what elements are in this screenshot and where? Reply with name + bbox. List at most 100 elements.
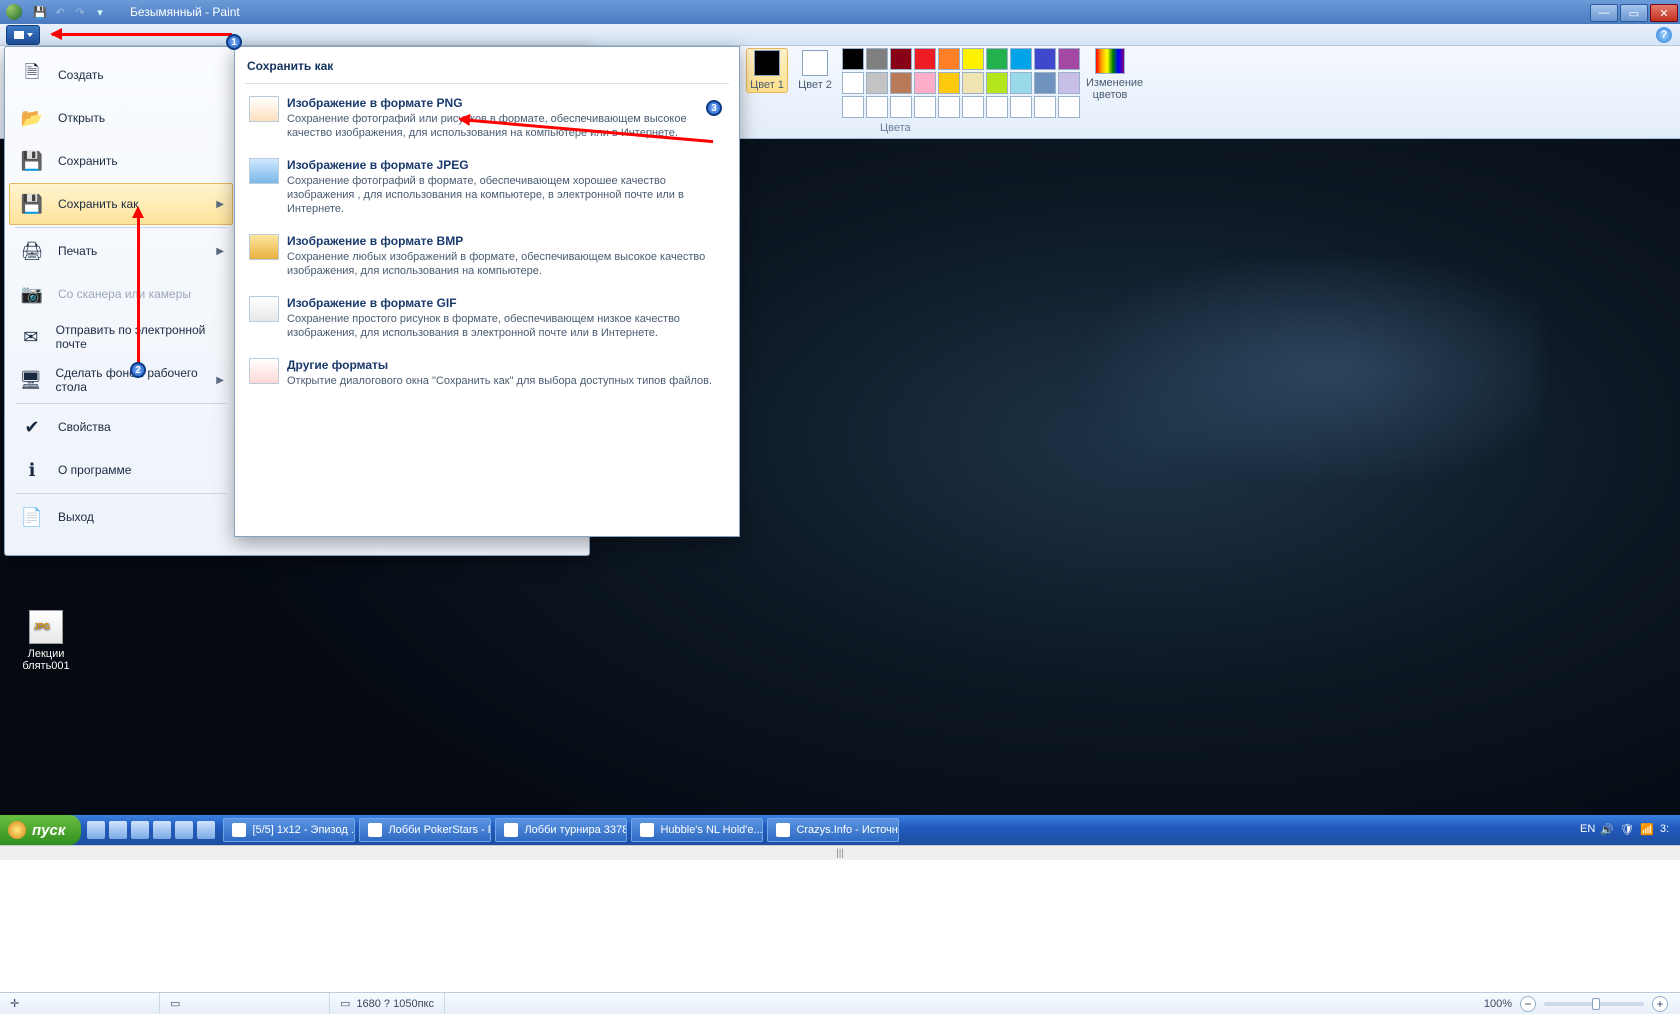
ql-icon[interactable] [175, 821, 193, 839]
zoom-thumb[interactable] [1592, 998, 1600, 1010]
color2-swatch [802, 50, 828, 76]
file-menu-item-label: Сохранить как [58, 197, 138, 211]
start-button[interactable]: пуск [0, 815, 81, 845]
palette-swatch[interactable] [866, 96, 888, 118]
maximize-button[interactable]: ▭ [1620, 4, 1648, 22]
palette-swatch[interactable] [938, 72, 960, 94]
file-menu-item[interactable]: 📂 Открыть [9, 97, 233, 139]
quick-access-toolbar: 💾 ↶ ↷ ▾ [32, 5, 108, 19]
palette-swatch[interactable] [986, 48, 1008, 70]
tray-clock[interactable]: 3: [1660, 823, 1674, 837]
palette-swatch[interactable] [986, 72, 1008, 94]
zoom-out-button[interactable]: − [1520, 996, 1536, 1012]
palette-swatch[interactable] [842, 48, 864, 70]
file-menu-item-icon: 🖨 [18, 237, 46, 265]
palette-swatch[interactable] [962, 72, 984, 94]
file-menu-item-label: Сохранить [58, 154, 118, 168]
ql-icon[interactable] [153, 821, 171, 839]
edit-colors-button[interactable]: Изменение цветов [1086, 48, 1134, 101]
selection-size-icon: ▭ [170, 997, 180, 1010]
save-as-format-item[interactable]: Изображение в формате JPEG Сохранение фо… [245, 152, 729, 228]
palette-swatch[interactable] [842, 72, 864, 94]
palette-swatch[interactable] [890, 72, 912, 94]
zoom-in-button[interactable]: + [1652, 996, 1668, 1012]
file-menu-item[interactable]: ✔ Свойства [9, 406, 233, 448]
ql-icon[interactable] [131, 821, 149, 839]
color1-picker[interactable]: Цвет 1 [746, 48, 788, 93]
taskbar-button[interactable]: [5/5] 1x12 - Эпизод ... [223, 818, 355, 842]
taskbar-button[interactable]: Crazys.Info - Источн... [767, 818, 899, 842]
annotation-bubble-3: 3 [706, 100, 722, 116]
file-menu-item[interactable]: 🖥 Сделать фоном рабочего стола ▶ [9, 359, 233, 401]
palette-swatch[interactable] [1058, 72, 1080, 94]
palette-swatch[interactable] [890, 48, 912, 70]
palette-swatch[interactable] [1034, 48, 1056, 70]
save-as-format-item[interactable]: Изображение в формате GIF Сохранение про… [245, 290, 729, 352]
tray-icon[interactable]: 🛡 [1620, 823, 1634, 837]
desktop-shortcut[interactable]: Лекции блять001 [16, 610, 76, 672]
app-icon [6, 4, 22, 20]
color2-label: Цвет 2 [794, 79, 836, 91]
palette-swatch[interactable] [1010, 48, 1032, 70]
file-menu-list: 🗎 Создать 📂 Открыть 💾 Сохранить 💾 Сохран… [5, 47, 237, 545]
palette-swatch[interactable] [962, 48, 984, 70]
palette-swatch[interactable] [938, 96, 960, 118]
ql-icon[interactable] [87, 821, 105, 839]
taskbar-app-icon [640, 823, 654, 837]
palette-swatch[interactable] [986, 96, 1008, 118]
horizontal-scrollbar[interactable]: ||| [0, 845, 1680, 860]
taskbar-button[interactable]: Лобби PokerStars - П... [359, 818, 491, 842]
format-icon [249, 358, 279, 384]
window-buttons: — ▭ ✕ [1590, 2, 1680, 22]
close-button[interactable]: ✕ [1650, 4, 1678, 22]
palette-swatch[interactable] [1058, 48, 1080, 70]
palette-swatch[interactable] [914, 72, 936, 94]
minimize-button[interactable]: — [1590, 4, 1618, 22]
save-as-format-item[interactable]: Изображение в формате BMP Сохранение люб… [245, 228, 729, 290]
palette-swatch[interactable] [962, 96, 984, 118]
canvas-dims-icon: ▭ [340, 997, 350, 1010]
file-menu-item[interactable]: 💾 Сохранить [9, 140, 233, 182]
file-menu-item[interactable]: ℹ О программе [9, 449, 233, 491]
save-as-format-item[interactable]: Другие форматы Открытие диалогового окна… [245, 352, 729, 400]
tray-icon[interactable]: 📶 [1640, 823, 1654, 837]
file-menu-item[interactable]: 🖨 Печать ▶ [9, 230, 233, 272]
palette-swatch[interactable] [890, 96, 912, 118]
file-menu-item: 📷 Со сканера или камеры [9, 273, 233, 315]
palette-swatch[interactable] [1034, 96, 1056, 118]
palette-swatch[interactable] [866, 48, 888, 70]
file-menu-item-label: Открыть [58, 111, 105, 125]
palette-swatch[interactable] [1058, 96, 1080, 118]
ql-icon[interactable] [109, 821, 127, 839]
file-menu-item[interactable]: 💾 Сохранить как ▶ [9, 183, 233, 225]
submenu-arrow-icon: ▶ [216, 199, 224, 210]
tray-lang[interactable]: EN [1580, 823, 1594, 837]
palette-swatch[interactable] [914, 48, 936, 70]
palette-swatch[interactable] [866, 72, 888, 94]
palette-swatch[interactable] [1010, 96, 1032, 118]
file-menu-item[interactable]: 🗎 Создать [9, 54, 233, 96]
file-menu-item[interactable]: 📄 Выход [9, 496, 233, 538]
tray-icon[interactable]: 🔊 [1600, 823, 1614, 837]
file-menu-button[interactable] [6, 25, 40, 45]
palette-swatch[interactable] [1010, 72, 1032, 94]
palette-swatch[interactable] [938, 48, 960, 70]
palette-swatch[interactable] [914, 96, 936, 118]
ql-icon[interactable] [197, 821, 215, 839]
palette-swatch[interactable] [1034, 72, 1056, 94]
taskbar-button[interactable]: Hubble's NL Hold'e... ... [631, 818, 763, 842]
color2-picker[interactable]: Цвет 2 [794, 48, 836, 91]
file-menu-item-label: О программе [58, 463, 131, 477]
palette-swatch[interactable] [842, 96, 864, 118]
qat-customize-icon[interactable]: ▾ [92, 5, 108, 19]
canvas-content [1020, 259, 1540, 479]
file-menu-item-label: Выход [58, 510, 94, 524]
qat-save-icon[interactable]: 💾 [32, 5, 48, 19]
qat-redo-icon[interactable]: ↷ [72, 5, 88, 19]
help-button[interactable]: ? [1656, 27, 1672, 43]
qat-undo-icon[interactable]: ↶ [52, 5, 68, 19]
zoom-slider[interactable] [1544, 1002, 1644, 1006]
file-menu-item[interactable]: ✉ Отправить по электронной почте [9, 316, 233, 358]
taskbar-button[interactable]: Лобби турнира 3378... [495, 818, 627, 842]
format-icon [249, 234, 279, 260]
